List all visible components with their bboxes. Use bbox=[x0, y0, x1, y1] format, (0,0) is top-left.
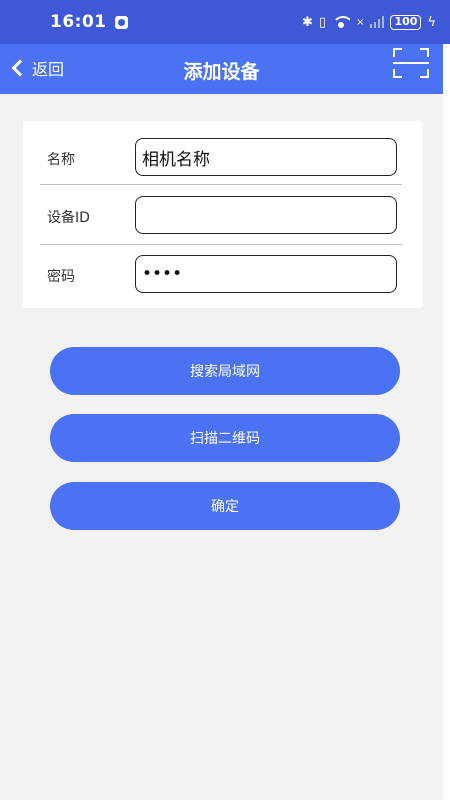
password-row: 密码 bbox=[23, 246, 423, 302]
confirm-button[interactable]: 确定 bbox=[50, 482, 400, 530]
page-title: 添加设备 bbox=[183, 61, 260, 83]
battery-icon: 100 bbox=[390, 14, 422, 30]
status-left: 16:01 bbox=[50, 12, 128, 32]
scan-frame-icon bbox=[393, 69, 402, 78]
scan-frame-icon bbox=[420, 48, 429, 57]
scan-button[interactable] bbox=[393, 48, 429, 78]
vibrate-icon: ▯ bbox=[318, 14, 327, 30]
charging-icon: ϟ bbox=[427, 14, 436, 30]
name-input[interactable] bbox=[135, 138, 397, 176]
edge-strip bbox=[443, 44, 450, 800]
status-bar: 16:01 ✱ ▯ × 100 ϟ bbox=[0, 0, 450, 44]
scan-frame-icon bbox=[393, 48, 402, 57]
scan-qr-button[interactable]: 扫描二维码 bbox=[50, 414, 400, 462]
name-row: 名称 bbox=[23, 129, 423, 185]
divider bbox=[40, 244, 402, 245]
divider bbox=[40, 184, 402, 185]
signal-icon bbox=[370, 16, 385, 28]
search-lan-button[interactable]: 搜索局域网 bbox=[50, 347, 400, 395]
app-notification-icon bbox=[114, 15, 128, 29]
wifi-icon bbox=[332, 16, 351, 28]
status-right: ✱ ▯ × 100 ϟ bbox=[302, 14, 436, 30]
no-sim-icon: × bbox=[356, 16, 365, 28]
scan-line-icon bbox=[393, 62, 429, 64]
scan-frame-icon bbox=[420, 69, 429, 78]
name-label: 名称 bbox=[47, 152, 75, 168]
password-label: 密码 bbox=[47, 269, 75, 285]
clock: 16:01 bbox=[50, 12, 107, 32]
device-id-row: 设备ID bbox=[23, 187, 423, 243]
device-form: 名称 设备ID 密码 bbox=[23, 121, 423, 308]
app-header: 返回 添加设备 bbox=[0, 44, 443, 94]
password-input[interactable] bbox=[135, 255, 397, 293]
device-id-input[interactable] bbox=[135, 196, 397, 234]
device-id-label: 设备ID bbox=[47, 210, 90, 226]
bluetooth-icon: ✱ bbox=[302, 14, 313, 30]
